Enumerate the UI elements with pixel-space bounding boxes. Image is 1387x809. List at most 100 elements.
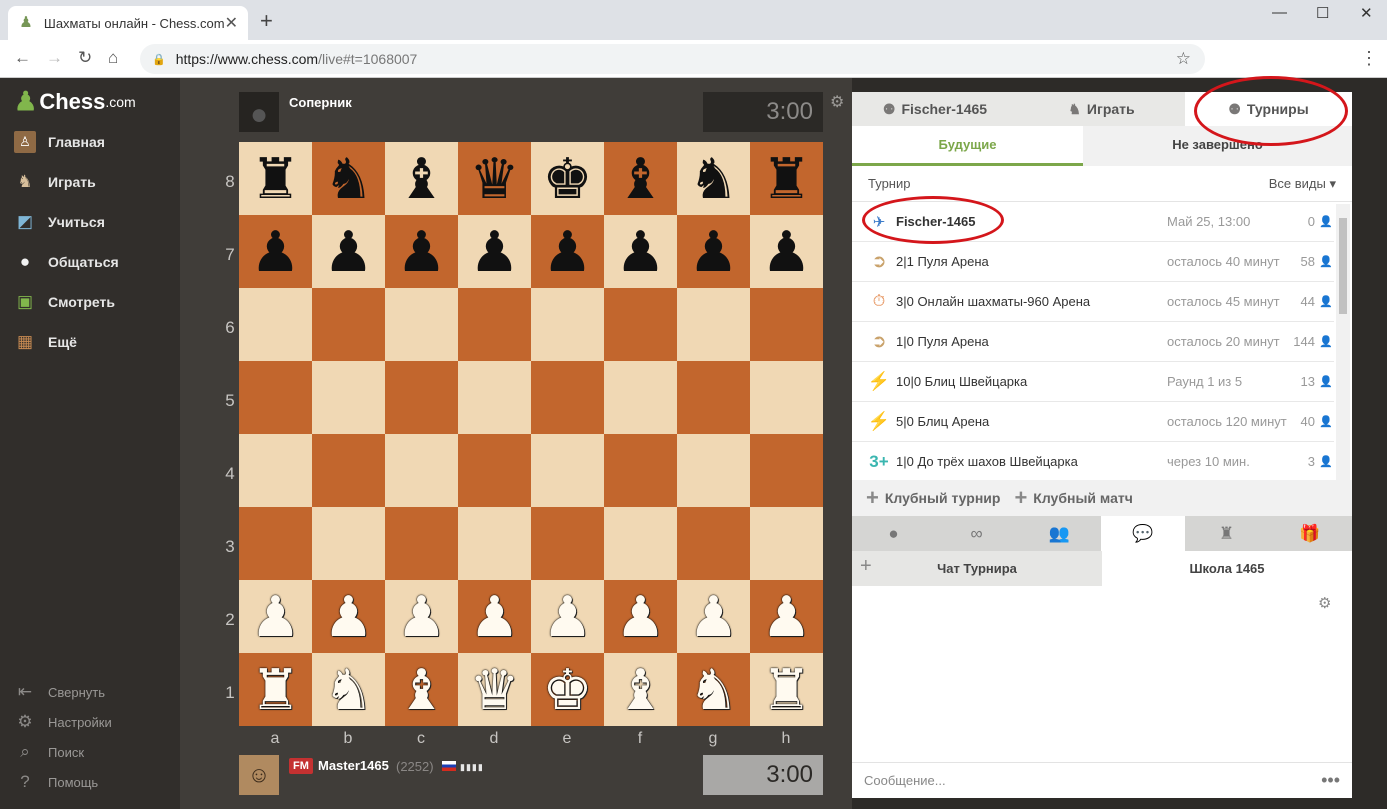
tournament-row[interactable]: ⚡ 10|0 Блиц Швейцарка Раунд 1 из 5 13 👤 <box>852 362 1334 402</box>
square-a1[interactable]: ♜ <box>239 653 312 726</box>
browser-menu-icon[interactable]: ⋮ <box>1360 48 1378 69</box>
black-knight-icon[interactable]: ♞ <box>688 150 738 207</box>
message-input[interactable]: Сообщение... ••• <box>852 762 1352 798</box>
club-match-button[interactable]: + Клубный матч <box>1014 485 1132 511</box>
black-king-icon[interactable]: ♚ <box>542 150 592 207</box>
square-d6[interactable] <box>458 288 531 361</box>
chess-logo[interactable]: ♟ Chess .com <box>14 86 136 117</box>
sidebar-settings[interactable]: ⚙ Настройки <box>14 710 111 734</box>
square-a7[interactable]: ♟ <box>239 215 312 288</box>
white-rook-icon[interactable]: ♜ <box>250 661 300 718</box>
square-b8[interactable]: ♞ <box>312 142 385 215</box>
black-pawn-icon[interactable]: ♟ <box>761 223 811 280</box>
square-a8[interactable]: ♜ <box>239 142 312 215</box>
square-g7[interactable]: ♟ <box>677 215 750 288</box>
square-b1[interactable]: ♞ <box>312 653 385 726</box>
club-tournament-button[interactable]: + Клубный турнир <box>866 485 1000 511</box>
tournament-row[interactable]: ⏱ 3|0 Онлайн шахматы-960 Арена осталось … <box>852 282 1334 322</box>
square-d7[interactable]: ♟ <box>458 215 531 288</box>
sidebar-search[interactable]: ⌕ Поиск <box>14 740 84 764</box>
white-pawn-icon[interactable]: ♟ <box>469 588 519 645</box>
square-f1[interactable]: ♝ <box>604 653 677 726</box>
sidebar-item-home[interactable]: ♙ Главная <box>14 130 105 154</box>
chat-room-school[interactable]: Школа 1465 <box>1102 551 1352 586</box>
tab-club[interactable]: ⚉ Fischer-1465 <box>852 92 1018 126</box>
chat-settings-icon[interactable]: ⚙ <box>1318 594 1331 612</box>
square-e6[interactable] <box>531 288 604 361</box>
forward-icon[interactable]: → <box>46 48 63 68</box>
square-h3[interactable] <box>750 507 823 580</box>
square-h1[interactable]: ♜ <box>750 653 823 726</box>
square-c4[interactable] <box>385 434 458 507</box>
close-window-icon[interactable]: ✕ <box>1360 4 1373 22</box>
tournament-row[interactable]: ➲ 1|0 Пуля Арена осталось 20 минут 144 👤 <box>852 322 1334 362</box>
sidebar-item-play[interactable]: ♞ Играть <box>14 170 95 194</box>
close-tab-icon[interactable]: ✕ <box>225 13 238 33</box>
square-g3[interactable] <box>677 507 750 580</box>
square-d1[interactable]: ♛ <box>458 653 531 726</box>
square-d3[interactable] <box>458 507 531 580</box>
square-b3[interactable] <box>312 507 385 580</box>
white-king-icon[interactable]: ♚ <box>542 661 592 718</box>
square-d8[interactable]: ♛ <box>458 142 531 215</box>
black-pawn-icon[interactable]: ♟ <box>250 223 300 280</box>
square-f7[interactable]: ♟ <box>604 215 677 288</box>
black-pawn-icon[interactable]: ♟ <box>542 223 592 280</box>
tournament-row[interactable]: 3+ 1|0 До трёх шахов Швейцарка через 10 … <box>852 442 1334 482</box>
list-scrollbar[interactable] <box>1336 204 1350 480</box>
square-g2[interactable]: ♟ <box>677 580 750 653</box>
black-bishop-icon[interactable]: ♝ <box>396 150 446 207</box>
white-pawn-icon[interactable]: ♟ <box>323 588 373 645</box>
black-pawn-icon[interactable]: ♟ <box>396 223 446 280</box>
gift-icon[interactable]: 🎁 <box>1268 516 1352 551</box>
sidebar-item-learn[interactable]: ◩ Учиться <box>14 210 105 234</box>
bookmark-star-icon[interactable]: ☆ <box>1176 49 1191 69</box>
white-knight-icon[interactable]: ♞ <box>323 661 373 718</box>
white-queen-icon[interactable]: ♛ <box>469 661 519 718</box>
square-g6[interactable] <box>677 288 750 361</box>
white-bishop-icon[interactable]: ♝ <box>396 661 446 718</box>
white-knight-icon[interactable]: ♞ <box>688 661 738 718</box>
white-pawn-icon[interactable]: ♟ <box>615 588 665 645</box>
tournament-row[interactable]: ➲ 2|1 Пуля Арена осталось 40 минут 58 👤 <box>852 242 1334 282</box>
square-c5[interactable] <box>385 361 458 434</box>
square-b5[interactable] <box>312 361 385 434</box>
square-c3[interactable] <box>385 507 458 580</box>
square-a4[interactable] <box>239 434 312 507</box>
square-e3[interactable] <box>531 507 604 580</box>
square-c6[interactable] <box>385 288 458 361</box>
square-h5[interactable] <box>750 361 823 434</box>
square-g1[interactable]: ♞ <box>677 653 750 726</box>
reload-icon[interactable]: ↻ <box>78 48 92 68</box>
black-pawn-icon[interactable]: ♟ <box>688 223 738 280</box>
square-g8[interactable]: ♞ <box>677 142 750 215</box>
square-b4[interactable] <box>312 434 385 507</box>
square-h7[interactable]: ♟ <box>750 215 823 288</box>
maximize-icon[interactable]: ☐ <box>1316 4 1329 22</box>
square-c7[interactable]: ♟ <box>385 215 458 288</box>
square-e8[interactable]: ♚ <box>531 142 604 215</box>
square-g4[interactable] <box>677 434 750 507</box>
chat-icon[interactable]: 💬 <box>1101 516 1185 551</box>
black-queen-icon[interactable]: ♛ <box>469 150 519 207</box>
sidebar-help[interactable]: ? Помощь <box>14 770 98 794</box>
square-a6[interactable] <box>239 288 312 361</box>
new-tab-icon[interactable]: + <box>260 8 273 34</box>
square-f3[interactable] <box>604 507 677 580</box>
black-bishop-icon[interactable]: ♝ <box>615 150 665 207</box>
filter-dropdown[interactable]: Все виды ▾ <box>1269 176 1336 192</box>
white-bishop-icon[interactable]: ♝ <box>615 661 665 718</box>
black-rook-icon[interactable]: ♜ <box>250 150 300 207</box>
minimize-icon[interactable]: — <box>1272 4 1287 21</box>
square-b2[interactable]: ♟ <box>312 580 385 653</box>
square-e1[interactable]: ♚ <box>531 653 604 726</box>
square-c8[interactable]: ♝ <box>385 142 458 215</box>
sidebar-item-social[interactable]: ● Общаться <box>14 250 119 274</box>
player-name[interactable]: Master1465 <box>318 758 389 773</box>
home-icon[interactable]: ⌂ <box>108 48 118 68</box>
address-bar[interactable]: 🔒 https://www.chess.com/live#t=1068007 ☆ <box>140 44 1205 74</box>
square-c1[interactable]: ♝ <box>385 653 458 726</box>
subtab-upcoming[interactable]: Будущие <box>852 126 1083 166</box>
square-f5[interactable] <box>604 361 677 434</box>
square-f6[interactable] <box>604 288 677 361</box>
